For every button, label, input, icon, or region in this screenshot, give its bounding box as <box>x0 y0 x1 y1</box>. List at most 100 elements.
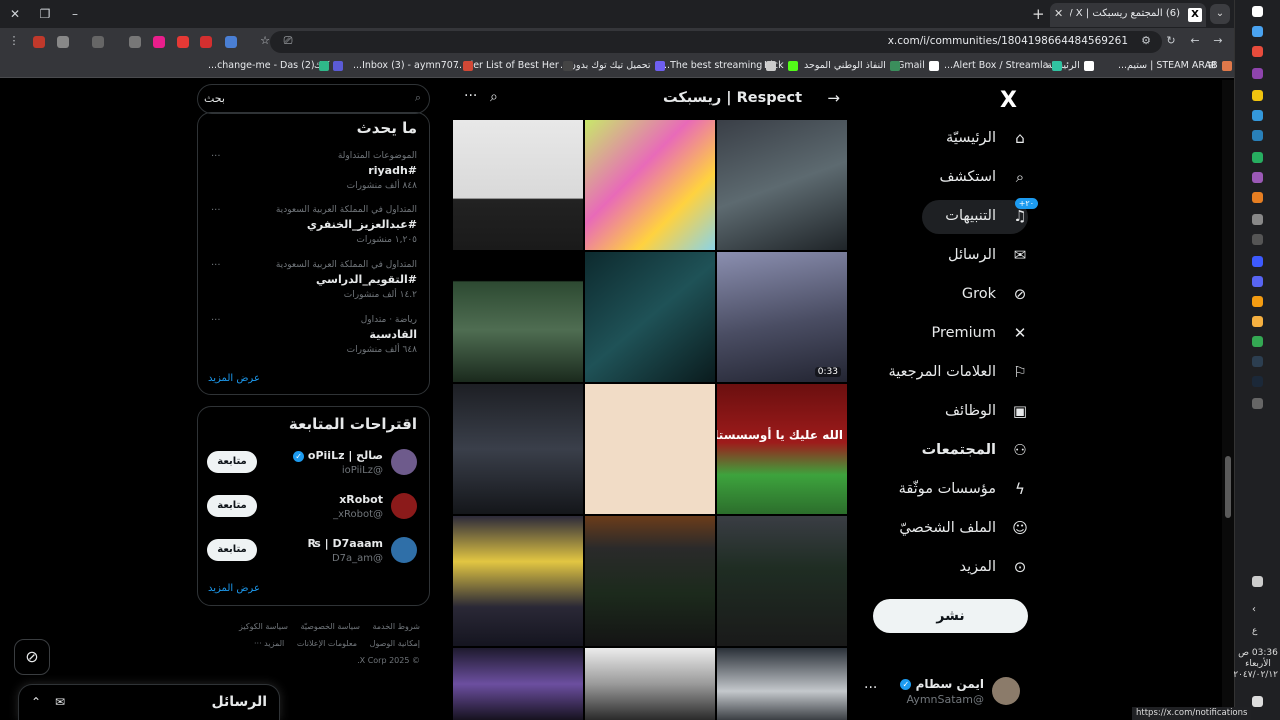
chevron-up-icon[interactable]: ⌃ <box>31 695 41 709</box>
trend-item[interactable]: المتداول في المملكة العربية السعودية #ال… <box>207 260 417 300</box>
taskbar-app-icon[interactable] <box>1252 256 1263 267</box>
chrome-icon[interactable] <box>1252 336 1263 347</box>
search-input[interactable]: بحث ⌕ <box>197 84 430 114</box>
back-arrow-icon[interactable]: → <box>827 89 840 107</box>
taskbar-app-icon[interactable] <box>1252 234 1263 245</box>
adblock-icon[interactable] <box>200 36 212 48</box>
media-thumbnail[interactable] <box>717 120 847 250</box>
footer-link[interactable]: شروط الخدمة <box>372 622 420 631</box>
taskbar-app-icon[interactable] <box>1252 68 1263 79</box>
chevron-left-icon[interactable]: ‹ <box>1252 604 1263 615</box>
taskbar-app-icon[interactable] <box>1252 172 1263 183</box>
reload-icon[interactable]: ↻ <box>1163 34 1179 47</box>
nav-item-mail[interactable]: ✉ الرسائل <box>948 237 1030 273</box>
nav-item-lightning[interactable]: ϟ مؤسسات موثّقة <box>899 471 1030 507</box>
account-switcher[interactable]: ايمن سطام ✓ @AymnSatam ··· <box>860 674 1030 710</box>
close-window-icon[interactable]: ✕ <box>6 5 24 23</box>
scrollbar-thumb[interactable] <box>1225 456 1231 518</box>
bookmark-item[interactable]: تحميل تيك توك بدون... <box>560 60 665 71</box>
forward-icon[interactable]: → <box>1210 34 1226 47</box>
taskbar-app-icon[interactable] <box>1252 296 1263 307</box>
new-tab-icon[interactable]: + <box>1032 5 1045 23</box>
bookmark-item[interactable]: The best streaming... <box>661 60 777 71</box>
back-icon[interactable]: ← <box>1187 34 1203 47</box>
more-dots-icon[interactable]: ··· <box>211 315 221 326</box>
search-icon[interactable]: ⌕ <box>490 89 498 105</box>
translate-icon[interactable] <box>225 36 237 48</box>
media-thumbnail[interactable] <box>717 516 847 646</box>
media-thumbnail[interactable] <box>717 648 847 720</box>
media-thumbnail[interactable]: 0:33 <box>717 252 847 382</box>
messages-drawer[interactable]: الرسائل ⌃ ✉ <box>18 684 280 720</box>
new-message-icon[interactable]: ✉ <box>55 695 65 709</box>
nav-item-more-circle[interactable]: ⊙ المزيد <box>960 549 1030 585</box>
media-thumbnail[interactable] <box>585 648 715 720</box>
footer-link[interactable]: سياسة الخصوصيّة <box>300 622 359 631</box>
footer-link[interactable]: المزيد ··· <box>254 639 284 648</box>
trends-show-more-link[interactable]: عرض المزيد <box>208 373 260 384</box>
follow-suggestion[interactable]: D7aaam | ₨ @D7a_am متابعة <box>207 535 417 569</box>
post-button[interactable]: نشر <box>873 599 1028 633</box>
bookmark-item[interactable]: Tier List of Best Her... <box>456 60 573 71</box>
media-thumbnail[interactable]: الله عليك يا أوسسستاا <box>717 384 847 514</box>
bookmark-item[interactable]: Gmail <box>897 60 939 71</box>
bookmark-item[interactable]: Inbox (3) - aymn707... <box>353 60 473 71</box>
taskbar-app-icon[interactable] <box>1252 46 1263 57</box>
more-dots-icon[interactable]: ··· <box>864 680 877 696</box>
language-indicator[interactable]: ع <box>1252 626 1263 637</box>
more-dots-icon[interactable]: ··· <box>464 88 477 104</box>
follow-suggestion[interactable]: صالح | oPiiLz ✓ @ioPiiLz متابعة <box>207 447 417 481</box>
media-thumbnail[interactable] <box>453 648 583 720</box>
tab-search-icon[interactable]: ⌄ <box>1210 4 1230 24</box>
settings-icon[interactable] <box>1252 398 1263 409</box>
media-thumbnail[interactable] <box>453 384 583 514</box>
bookmark-item[interactable]: Alert Box / Streamla... <box>944 60 1063 71</box>
taskbar-app-icon[interactable] <box>1252 26 1263 37</box>
nav-item-x[interactable]: ✕ Premium <box>931 315 1030 351</box>
system-clock[interactable]: 03:36 ص الأربعاء ٢٠٤٧/٠٢/١٢ <box>1233 648 1278 681</box>
taskbar-app-icon[interactable] <box>1252 90 1263 101</box>
extension-icon[interactable] <box>57 36 69 48</box>
cast-icon[interactable]: ⎚ <box>280 34 296 48</box>
nav-item-search[interactable]: ⌕ استكشف <box>939 159 1030 195</box>
follow-show-more-link[interactable]: عرض المزيد <box>208 583 260 594</box>
taskbar-app-icon[interactable] <box>1252 214 1263 225</box>
media-thumbnail[interactable] <box>585 516 715 646</box>
media-thumbnail[interactable] <box>585 384 715 514</box>
extension-icon[interactable] <box>33 36 45 48</box>
footer-link[interactable]: معلومات الإعلانات <box>297 639 357 648</box>
taskbar-app-icon[interactable] <box>1252 130 1263 141</box>
trend-item[interactable]: الموضوعات المتداولة #riyadh ٨٤٨ ألف منشو… <box>207 151 417 191</box>
menu-dots-icon[interactable]: ⋮ <box>6 34 22 47</box>
nav-item-person[interactable]: ☺ الملف الشخصيّ <box>899 510 1030 546</box>
grok-icon[interactable]: ⊘ <box>14 639 50 675</box>
nav-item-bookmark[interactable]: ⚐ العلامات المرجعية <box>889 354 1030 390</box>
bookmark-item[interactable]: (2) change-me - Das... <box>208 60 329 71</box>
more-dots-icon[interactable]: ··· <box>211 151 221 162</box>
x-logo[interactable]: X <box>1000 88 1017 113</box>
media-thumbnail[interactable] <box>453 252 583 382</box>
address-bar[interactable]: ⎚ x.com/i/communities/180419866448456926… <box>270 31 1162 53</box>
media-thumbnail[interactable] <box>585 120 715 250</box>
nav-item-briefcase[interactable]: ▣ الوظائف <box>945 393 1030 429</box>
nav-item-communities[interactable]: ⚇ المجتمعات <box>922 432 1030 468</box>
taskbar-app-icon[interactable] <box>1252 110 1263 121</box>
apps-grid-icon[interactable]: ⊞ <box>1208 60 1216 71</box>
bookmark-item[interactable]: النفاذ الوطني الموحد <box>804 60 900 71</box>
media-thumbnail[interactable] <box>585 252 715 382</box>
extension-icon[interactable] <box>177 36 189 48</box>
nav-item-grok[interactable]: ⊘ Grok <box>962 276 1030 312</box>
steam-icon[interactable] <box>1252 376 1263 387</box>
taskbar-app-icon[interactable] <box>1252 192 1263 203</box>
nav-item-bell[interactable]: ♫ ٢٠+ التنبيهات <box>945 198 1038 234</box>
media-thumbnail[interactable] <box>453 120 583 250</box>
taskbar-app-icon[interactable] <box>1252 316 1263 327</box>
trend-item[interactable]: المتداول في المملكة العربية السعودية #عب… <box>207 205 417 245</box>
start-icon[interactable] <box>1252 6 1263 17</box>
follow-suggestion[interactable]: xRobot @xRobot_ متابعة <box>207 491 417 525</box>
extension-icon[interactable] <box>92 36 104 48</box>
more-dots-icon[interactable]: ··· <box>211 260 221 271</box>
extensions-puzzle-icon[interactable] <box>129 36 141 48</box>
discord-icon[interactable] <box>1252 276 1263 287</box>
media-thumbnail[interactable] <box>453 516 583 646</box>
